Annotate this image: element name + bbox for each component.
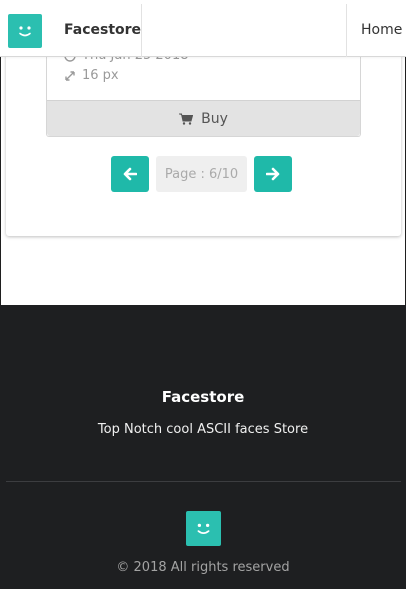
pagination: Page : 6/10 <box>6 156 401 192</box>
navbar-divider <box>141 4 142 57</box>
nav-home-link[interactable]: Home <box>361 22 402 38</box>
footer-divider <box>6 481 401 482</box>
buy-button[interactable]: Buy <box>47 100 360 136</box>
product-size: 16 px <box>64 68 119 83</box>
navbar-divider <box>346 4 347 57</box>
arrow-right-icon <box>266 167 280 181</box>
smiley-face-icon <box>186 511 221 546</box>
footer-copyright: © 2018 All rights reserved <box>116 560 290 575</box>
buy-button-label: Buy <box>201 110 228 127</box>
page-status: Page : 6/10 <box>156 156 247 192</box>
next-page-button[interactable] <box>254 156 292 192</box>
footer: Facestore Top Notch cool ASCII faces Sto… <box>0 305 406 589</box>
shopping-cart-icon <box>179 113 194 125</box>
footer-tagline: Top Notch cool ASCII faces Store <box>97 422 309 437</box>
previous-page-button[interactable] <box>111 156 149 192</box>
footer-title: Facestore <box>161 388 245 406</box>
navbar-brand[interactable]: Facestore <box>64 22 141 38</box>
arrow-left-icon <box>123 167 137 181</box>
smiley-face-icon[interactable] <box>8 14 42 48</box>
product-size-text: 16 px <box>82 68 119 83</box>
resize-arrows-icon <box>65 70 75 81</box>
top-navbar: Facestore Home <box>0 0 406 57</box>
